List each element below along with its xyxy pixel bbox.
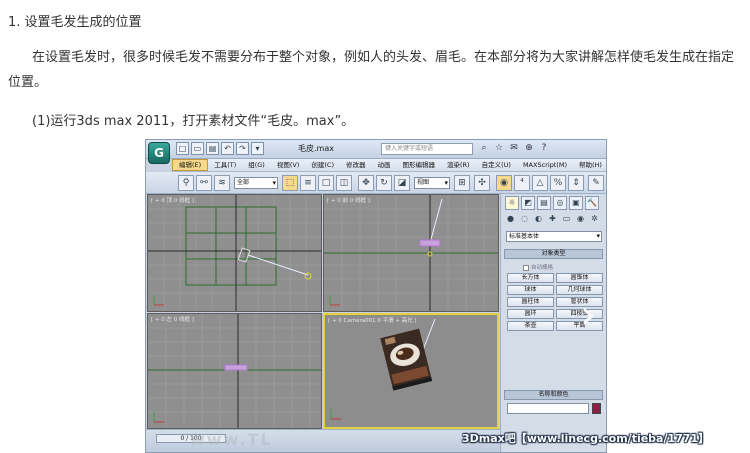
menu-create[interactable]: 创建(C) — [305, 159, 340, 171]
selection-filter-select[interactable]: 全部 — [234, 177, 278, 189]
display-tab-icon[interactable]: ▣ — [569, 196, 583, 210]
article-paragraph: 在设置毛发时，很多时候毛发不需要分布于整个对象，例如人的头发、眉毛。在本部分将为… — [8, 50, 735, 90]
autogrid-check-box[interactable] — [523, 264, 529, 271]
save-file-button[interactable]: ▤ — [206, 142, 219, 155]
background-watermark: www.TL — [190, 430, 273, 449]
menu-modifiers[interactable]: 修改器 — [340, 159, 372, 171]
geometry-category-select[interactable]: 标准基本体 — [506, 231, 602, 242]
rotate-icon[interactable]: ↻ — [376, 175, 392, 191]
keyboard-shortcut-icon[interactable]: ◉ — [496, 175, 512, 191]
subscription-icon[interactable]: ⊕ — [523, 142, 535, 155]
site-watermark: 3Dmax吧【www.linecg.com/tieba/1771】 — [462, 432, 710, 445]
menu-animation[interactable]: 动画 — [372, 159, 397, 171]
object-name-input[interactable] — [507, 403, 589, 414]
search-icon[interactable]: ⌕ — [478, 142, 490, 155]
name-color-rollout[interactable]: 名称和颜色 — [504, 390, 603, 400]
open-file-button[interactable]: ▭ — [191, 142, 204, 155]
lights-icon[interactable]: ◐ — [533, 213, 544, 225]
systems-icon[interactable]: ✲ — [589, 213, 600, 225]
main-toolbar: ⚲ ⚯ ≋ 全部 ⬚ ≡ □ ◫ ✥ ↻ ◪ 视图 ⊞ ✣ ◉ ⁴ △ % ⇕ … — [146, 172, 606, 194]
menu-customize[interactable]: 自定义(U) — [476, 159, 517, 171]
snaps-toggle-icon[interactable]: ⁴ — [514, 175, 530, 191]
viewport-camera[interactable]: [ + 0 Camera001 0 平滑 + 高光 ] — [323, 313, 499, 429]
menu-help[interactable]: 帮助(H) — [573, 159, 606, 171]
select-object-icon[interactable]: ⬚ — [282, 175, 298, 191]
torus-button[interactable]: 圆环 — [507, 309, 554, 319]
article-heading: 1. 设置毛发生成的位置 — [8, 15, 142, 30]
app-logo-button[interactable]: G — [148, 142, 170, 164]
create-tab-icon[interactable]: ☼ — [505, 196, 519, 210]
autogrid-label: 自动栅格 — [531, 265, 554, 271]
link-icon[interactable]: ⚲ — [178, 175, 194, 191]
undo-button[interactable]: ↶ — [221, 142, 234, 155]
create-category-icons: ● ◌ ◐ ✚ ▭ ◉ ✲ — [505, 213, 600, 225]
article-step: (1)运行3ds max 2011，打开素材文件“毛皮。max”。 — [32, 114, 355, 129]
title-bar: □ ▭ ▤ ↶ ↷ ▾ 毛皮.max 键入关键字或短语 ⌕ ☆ ✉ ⊕ ? — [146, 140, 606, 159]
autogrid-checkbox[interactable]: 自动栅格 — [523, 263, 553, 271]
qat-dropdown-button[interactable]: ▾ — [251, 142, 264, 155]
utilities-tab-icon[interactable]: 🔨 — [585, 196, 599, 210]
viewport-left[interactable]: [ + 0 左 0 线框 ] — [147, 313, 322, 429]
hierarchy-tab-icon[interactable]: ▤ — [537, 196, 551, 210]
communication-icon[interactable]: ✉ — [508, 142, 520, 155]
viewport-camera-render — [325, 315, 497, 427]
geometry-icon[interactable]: ● — [505, 213, 516, 225]
viewport-top-grid — [148, 195, 321, 311]
help-icon[interactable]: ? — [538, 142, 550, 155]
viewport-label: [ + 0 左 0 线框 ] — [151, 317, 194, 323]
pivot-center-icon[interactable]: ⊞ — [454, 175, 470, 191]
unlink-icon[interactable]: ⚯ — [196, 175, 212, 191]
viewport-left-grid — [148, 314, 321, 428]
box-button[interactable]: 长方体 — [507, 273, 554, 283]
quick-access-toolbar: □ ▭ ▤ ↶ ↷ ▾ — [176, 142, 264, 155]
angle-snap-icon[interactable]: △ — [532, 175, 548, 191]
menu-group[interactable]: 组(G) — [242, 159, 271, 171]
cone-button[interactable]: 圆锥体 — [556, 273, 603, 283]
viewport-label: [ + 0 顶 0 线框 ] — [151, 198, 194, 204]
teapot-button[interactable]: 茶壶 — [507, 321, 554, 331]
menu-views[interactable]: 视图(V) — [271, 159, 306, 171]
title-icons: ⌕ ☆ ✉ ⊕ ? — [478, 142, 550, 155]
viewport-top[interactable]: [ + 0 顶 0 线框 ] — [147, 194, 322, 312]
rect-region-icon[interactable]: □ — [318, 175, 334, 191]
next-image-arrow-icon[interactable]: › — [577, 291, 599, 343]
viewport-label: [ + 0 前 0 线框 ] — [327, 198, 370, 204]
move-icon[interactable]: ✥ — [358, 175, 374, 191]
shapes-icon[interactable]: ◌ — [519, 213, 530, 225]
menu-graph-editors[interactable]: 图形编辑器 — [397, 159, 442, 171]
viewport-label: [ + 0 Camera001 0 平滑 + 高光 ] — [328, 318, 417, 324]
3dsmax-screenshot: □ ▭ ▤ ↶ ↷ ▾ 毛皮.max 键入关键字或短语 ⌕ ☆ ✉ ⊕ ? G … — [145, 139, 607, 453]
motion-tab-icon[interactable]: ◎ — [553, 196, 567, 210]
menu-bar: 编辑(E) 工具(T) 组(G) 视图(V) 创建(C) 修改器 动画 图形编辑… — [172, 159, 606, 172]
command-panel-tabs: ☼ ◩ ▤ ◎ ▣ 🔨 — [505, 196, 599, 210]
menu-tools[interactable]: 工具(T) — [208, 159, 242, 171]
menu-rendering[interactable]: 渲染(R) — [441, 159, 476, 171]
window-crossing-icon[interactable]: ◫ — [336, 175, 352, 191]
redo-button[interactable]: ↷ — [236, 142, 249, 155]
bind-spacewarp-icon[interactable]: ≋ — [214, 175, 230, 191]
edit-named-selection-icon[interactable]: ✎ — [588, 175, 604, 191]
sphere-button[interactable]: 球体 — [507, 285, 554, 295]
document-title: 毛皮.max — [298, 144, 334, 153]
menu-maxscript[interactable]: MAXScript(M) — [517, 159, 573, 171]
favorites-star-icon[interactable]: ☆ — [493, 142, 505, 155]
cylinder-button[interactable]: 圆柱体 — [507, 297, 554, 307]
new-file-button[interactable]: □ — [176, 142, 189, 155]
helpers-icon[interactable]: ▭ — [561, 213, 572, 225]
viewport-front-grid — [324, 195, 498, 311]
viewport-front[interactable]: [ + 0 前 0 线框 ] — [323, 194, 499, 312]
select-manipulate-icon[interactable]: ✣ — [474, 175, 490, 191]
menu-edit[interactable]: 编辑(E) — [172, 159, 209, 171]
reference-coord-select[interactable]: 视图 — [414, 177, 450, 189]
select-by-name-icon[interactable]: ≡ — [300, 175, 316, 191]
cameras-icon[interactable]: ✚ — [547, 213, 558, 225]
help-search-input[interactable]: 键入关键字或短语 — [381, 143, 473, 155]
spacewarps-icon[interactable]: ◉ — [575, 213, 586, 225]
percent-snap-icon[interactable]: % — [550, 175, 566, 191]
modify-tab-icon[interactable]: ◩ — [521, 196, 535, 210]
scale-icon[interactable]: ◪ — [394, 175, 410, 191]
object-type-rollout[interactable]: 对象类型 — [504, 249, 603, 259]
spinner-snap-icon[interactable]: ⇕ — [568, 175, 584, 191]
object-color-swatch[interactable] — [592, 403, 601, 414]
